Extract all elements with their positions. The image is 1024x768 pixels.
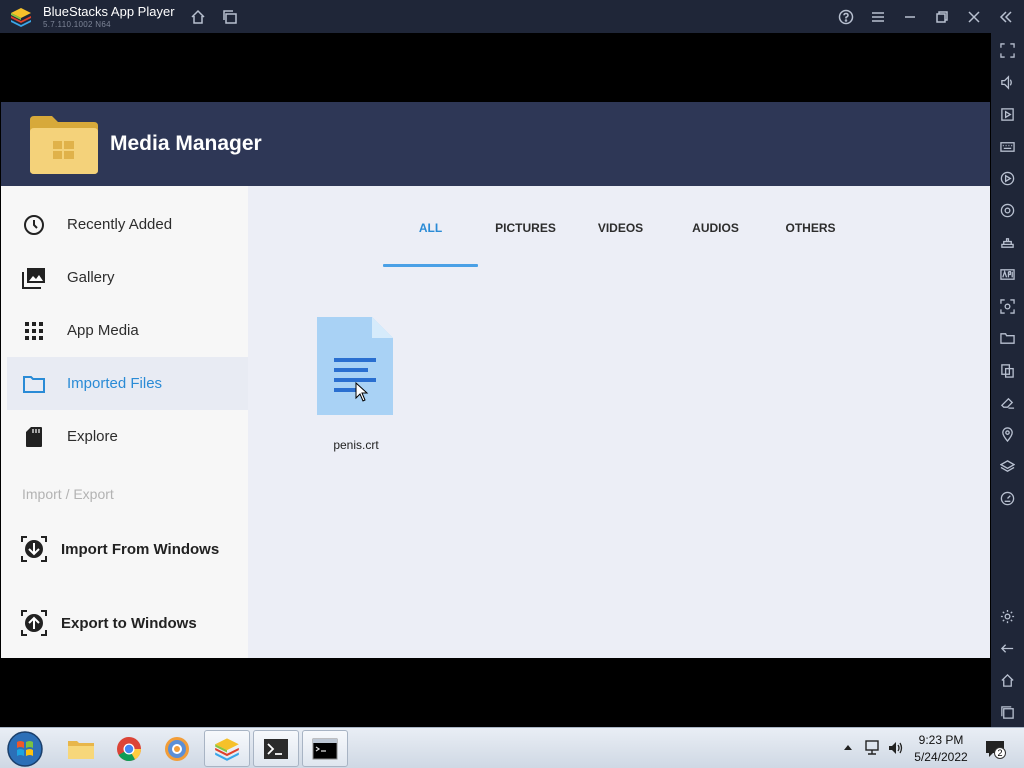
notification-count-badge: 2 — [994, 747, 1006, 759]
file-name-label[interactable]: penis.crt — [311, 438, 401, 452]
nav-item-imported-files[interactable]: Imported Files — [7, 357, 248, 410]
import-icon — [21, 536, 47, 562]
mouse-cursor-icon — [355, 382, 369, 402]
tab-videos[interactable]: VIDEOS — [573, 221, 668, 241]
version-label: 5.7.110.1002 N64 — [43, 20, 111, 29]
powershell-taskbar-button[interactable] — [253, 730, 299, 767]
location-icon[interactable] — [997, 424, 1017, 444]
explorer-taskbar-button[interactable] — [58, 730, 104, 767]
export-label: Export to Windows — [61, 614, 197, 632]
nav-label: Imported Files — [67, 375, 163, 392]
cmd-taskbar-button[interactable] — [302, 730, 348, 767]
nav-item-explore[interactable]: Explore — [7, 410, 248, 463]
multi-instance-icon[interactable] — [220, 7, 240, 27]
side-toolbar — [991, 33, 1024, 727]
apk-icon[interactable] — [997, 264, 1017, 284]
gamepad-icon[interactable] — [997, 232, 1017, 252]
restore-icon[interactable] — [932, 7, 952, 27]
android-screen: Media Manager Recently Added Gallery App… — [1, 102, 990, 658]
grid-icon — [22, 319, 46, 343]
browser-icon — [165, 736, 189, 761]
eco-mode-icon[interactable] — [997, 488, 1017, 508]
tab-others[interactable]: OTHERS — [763, 221, 858, 241]
settings-icon[interactable] — [997, 606, 1017, 626]
rotate-icon[interactable] — [997, 200, 1017, 220]
tab-all[interactable]: ALL — [383, 221, 478, 241]
nav-label: Explore — [67, 428, 118, 445]
volume-icon[interactable] — [997, 72, 1017, 92]
browser-taskbar-button[interactable] — [154, 730, 200, 767]
section-label-import-export: Import / Export — [22, 486, 114, 502]
chrome-taskbar-button[interactable] — [106, 730, 152, 767]
nav-label: App Media — [67, 322, 139, 339]
clock-time[interactable]: 9:23 PM — [912, 733, 970, 747]
nav-label: Recently Added — [67, 216, 173, 233]
app-title: Media Manager — [110, 132, 262, 155]
volume-icon[interactable] — [887, 739, 905, 757]
title-bar: BlueStacks App Player 5.7.110.1002 N64 — [0, 0, 1024, 33]
windows-start-icon[interactable] — [6, 730, 44, 768]
folder-icon — [22, 372, 46, 396]
eraser-icon[interactable] — [997, 392, 1017, 412]
bluestacks-taskbar-button[interactable] — [204, 730, 250, 767]
media-icon[interactable] — [997, 104, 1017, 124]
folder-icon[interactable] — [997, 328, 1017, 348]
terminal-icon — [264, 738, 288, 759]
sd-card-icon — [22, 425, 46, 449]
help-icon[interactable] — [836, 7, 856, 27]
nav-label: Gallery — [67, 269, 115, 286]
network-icon[interactable] — [863, 739, 881, 757]
tab-audios[interactable]: AUDIOS — [668, 221, 763, 241]
back-icon[interactable] — [997, 638, 1017, 658]
import-label: Import From Windows — [61, 540, 220, 558]
bluestacks-icon — [215, 737, 239, 761]
nav-item-recently-added[interactable]: Recently Added — [7, 198, 248, 251]
export-to-windows-button[interactable]: Export to Windows — [1, 600, 248, 646]
nav-item-gallery[interactable]: Gallery — [7, 251, 248, 304]
gallery-icon — [22, 266, 46, 290]
layers-icon[interactable] — [997, 456, 1017, 476]
nav-item-app-media[interactable]: App Media — [7, 304, 248, 357]
window-title: BlueStacks App Player — [43, 4, 175, 19]
show-hidden-icons-icon[interactable] — [843, 742, 853, 752]
copy-icon[interactable] — [997, 360, 1017, 380]
file-explorer-icon — [68, 740, 94, 759]
export-icon — [21, 610, 47, 636]
bluestacks-window: BlueStacks App Player 5.7.110.1002 N64 M… — [0, 0, 1024, 768]
screenshot-icon[interactable] — [997, 296, 1017, 316]
left-navigation: Recently Added Gallery App Media Importe… — [1, 186, 248, 658]
macro-icon[interactable] — [997, 168, 1017, 188]
bluestacks-logo-icon — [11, 8, 31, 27]
fullscreen-icon[interactable] — [997, 40, 1017, 60]
close-icon[interactable] — [964, 7, 984, 27]
tab-active-indicator — [383, 264, 478, 267]
home-icon[interactable] — [188, 7, 208, 27]
clock-icon — [22, 213, 46, 237]
import-from-windows-button[interactable]: Import From Windows — [1, 526, 248, 572]
collapse-sidebar-icon[interactable] — [996, 7, 1016, 27]
keyboard-icon[interactable] — [997, 136, 1017, 156]
android-home-icon[interactable] — [997, 670, 1017, 690]
command-prompt-icon — [312, 738, 338, 759]
clock-date[interactable]: 5/24/2022 — [906, 750, 976, 764]
chrome-icon — [117, 736, 141, 761]
menu-icon[interactable] — [868, 7, 888, 27]
minimize-icon[interactable] — [900, 7, 920, 27]
media-manager-folder-icon — [30, 116, 98, 174]
app-header: Media Manager — [1, 102, 990, 186]
windows-taskbar: 9:23 PM 5/24/2022 2 — [0, 727, 1024, 768]
recent-apps-icon[interactable] — [997, 702, 1017, 722]
tab-pictures[interactable]: PICTURES — [478, 221, 573, 241]
